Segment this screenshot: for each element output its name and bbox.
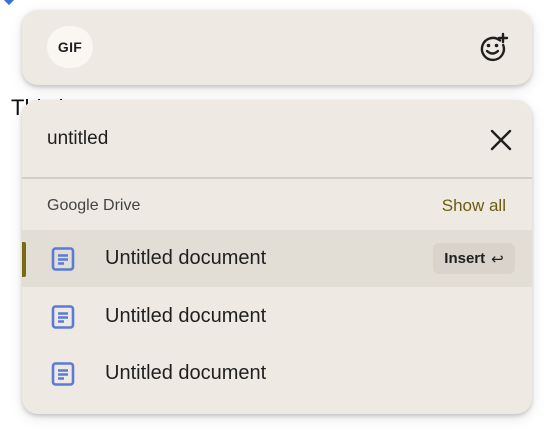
close-icon[interactable] (488, 127, 514, 153)
result-title: Untitled document (105, 247, 267, 269)
google-docs-icon (51, 362, 75, 386)
section-header: Google Drive Show all (22, 188, 532, 224)
enter-key-icon: ↩ (491, 250, 504, 268)
google-docs-icon (51, 305, 75, 329)
result-row[interactable]: Untitled document (22, 345, 532, 402)
section-title: Google Drive (47, 197, 141, 214)
search-input[interactable]: untitled (47, 128, 108, 150)
result-row[interactable]: Untitled document (22, 288, 532, 345)
google-docs-icon (51, 247, 75, 271)
insert-button[interactable]: Insert ↩ (433, 243, 515, 274)
result-title: Untitled document (105, 305, 267, 327)
app-stage: This is a ...ent GIF untitled Google Dr (0, 0, 551, 435)
selection-indicator (22, 242, 26, 277)
divider (22, 177, 532, 179)
result-row[interactable]: Untitled document Insert ↩ (22, 230, 532, 287)
caret-marker (1, 0, 17, 6)
search-row: untitled (22, 100, 532, 178)
add-emoji-icon[interactable] (477, 32, 509, 64)
show-all-link[interactable]: Show all (442, 196, 506, 216)
gif-button[interactable]: GIF (47, 26, 93, 68)
insert-toolbar: GIF (22, 10, 532, 85)
insert-label: Insert (444, 250, 486, 267)
result-title: Untitled document (105, 362, 267, 384)
smart-chip-dropdown: untitled Google Drive Show all Untitled … (22, 100, 532, 414)
